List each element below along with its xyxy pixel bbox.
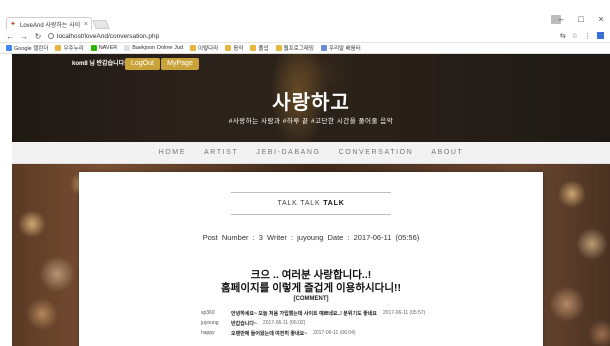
bookmark-item[interactable]: 음악 <box>225 44 243 52</box>
comment-date: 2017-06-11 (06:04) <box>313 330 356 336</box>
bookmark-folder-icon <box>190 45 197 51</box>
nav-artist[interactable]: ARTIST <box>204 149 238 156</box>
bookmark-folder-icon <box>225 45 232 51</box>
comment-header: [COMMENT] <box>293 296 329 302</box>
bookmark-item[interactable]: Google 캘린더 <box>6 44 48 52</box>
logout-button[interactable]: LogOut <box>125 58 160 70</box>
bookmark-folder-icon <box>90 45 97 51</box>
maximize-icon[interactable]: □ <box>576 14 586 24</box>
bookmark-label: 우리말 배움터 <box>328 46 361 52</box>
divider <box>231 214 391 215</box>
bookmark-label: 이렇다라 <box>198 46 219 52</box>
new-tab-button[interactable] <box>92 20 110 29</box>
browser-tab-bar: ✦ LoveAnd 사랑하는 사이 × – □ × <box>0 0 610 30</box>
bookmarks-bar: Google 캘린더 우주누리 NAVER Baekjoon Online Jud 이렇… <box>0 43 610 54</box>
window-controls: – □ × <box>556 14 606 24</box>
bookmark-item[interactable]: NAVER <box>90 45 118 51</box>
bookmark-label: 웹프로그래밍 <box>283 46 314 52</box>
post-meta: Post Number : 3 Writer : juyoung Date : … <box>202 233 420 242</box>
bookmark-label: Baekjoon Online Jud <box>132 45 184 51</box>
address-bar: ← → ↻ localhost/loveAnd/conversation.php… <box>0 30 610 43</box>
comment-date: 2017-06-11 (05:57) <box>382 310 426 316</box>
bookmark-item[interactable]: 우주누리 <box>55 44 84 52</box>
nav-jebi-dabang[interactable]: JEBI-DABANG <box>256 149 320 156</box>
bookmark-folder-icon <box>55 45 62 51</box>
bookmark-label: Google 캘린더 <box>14 46 49 52</box>
bookmark-folder-icon <box>275 45 282 51</box>
comment-text: 오랜만에 들어왔는데 여전히 좋네요~ <box>231 331 308 337</box>
info-icon <box>48 33 54 39</box>
reload-icon[interactable]: ↻ <box>34 32 42 41</box>
address-actions: ⇆ ☆ ⋮ <box>560 32 604 40</box>
bookmark-label: 졸업 <box>258 46 269 52</box>
comment-text: 반갑습니다~ <box>231 321 257 327</box>
minimize-icon[interactable]: – <box>556 14 566 24</box>
bookmark-folder-icon <box>250 45 257 51</box>
post-line: 홈페이지를 이렇게 즐겁게 이용하시다니!! <box>221 282 401 294</box>
section-title-bold: TALK <box>323 200 345 207</box>
bookmark-star-icon[interactable]: ☆ <box>572 32 578 40</box>
bookmark-item[interactable]: 이렇다라 <box>190 44 218 52</box>
menu-icon[interactable]: ⋮ <box>584 32 591 40</box>
login-greeting: kom8 님 반갑습니다! <box>72 61 127 67</box>
url-text: localhost/loveAnd/conversation.php <box>57 32 160 40</box>
site-tagline: #사랑하는 사람과 #하루 끝 #고단한 시간을 풀어줄 음악 <box>228 118 394 125</box>
section-title-prefix: TALK TALK <box>277 200 321 207</box>
site-favicon-icon: ✦ <box>10 20 16 28</box>
divider <box>231 192 391 193</box>
bookmark-label: NAVER <box>98 45 118 51</box>
hero-banner: kom8 님 반갑습니다! LogOut MyPage 사랑하고 #사랑하는 사… <box>12 54 610 142</box>
bookmark-item[interactable]: Baekjoon Online Jud <box>124 45 183 51</box>
section-title: TALK TALK TALK <box>79 200 543 207</box>
url-field[interactable]: localhost/loveAnd/conversation.php <box>48 31 554 41</box>
nav-home[interactable]: HOME <box>159 149 186 156</box>
comment-writer: happy <box>201 330 215 336</box>
bookmark-item[interactable]: 우리말 배움터 <box>320 44 361 52</box>
main-nav: HOME ARTIST JEBI-DABANG CONVERSATION ABO… <box>12 142 610 164</box>
bookmark-folder-icon <box>6 45 12 51</box>
bookmark-item[interactable]: 졸업 <box>250 44 269 52</box>
web-page: kom8 님 반갑습니다! LogOut MyPage 사랑하고 #사랑하는 사… <box>12 54 610 346</box>
comment-writer: juyoung <box>201 320 219 326</box>
bookmark-folder-icon <box>320 45 327 51</box>
bookmark-label: 음악 <box>233 46 244 52</box>
mypage-button[interactable]: MyPage <box>161 58 199 70</box>
site-logo[interactable]: 사랑하고 <box>12 86 610 115</box>
post-panel: TALK TALK TALK Post Number : 3 Writer : … <box>79 172 543 346</box>
nav-about[interactable]: ABOUT <box>431 149 463 156</box>
comment-row: juyoung 반갑습니다~ 2017-06-11 (06:02) <box>201 320 531 327</box>
extension-icon[interactable] <box>597 32 604 39</box>
post-line: 크으 .. 여러분 사랑합니다..! <box>250 269 372 281</box>
nav-conversation[interactable]: CONVERSATION <box>339 149 414 156</box>
post-body: 크으 .. 여러분 사랑합니다..! 홈페이지를 이렇게 즐겁게 이용하시다니!… <box>79 269 543 295</box>
translate-icon[interactable]: ⇆ <box>560 32 566 40</box>
tab-title: LoveAnd 사랑하는 사이 <box>20 22 81 29</box>
back-icon[interactable]: ← <box>6 32 14 41</box>
comment-writer: sp369 <box>201 310 215 316</box>
comment-date: 2017-06-11 (06:02) <box>262 320 306 326</box>
browser-tab[interactable]: ✦ LoveAnd 사랑하는 사이 × <box>6 17 92 30</box>
comment-list: sp369 안녕하세요~ 오늘 처음 가입했는데 사이트 예쁘네요..! 분위기… <box>201 310 531 340</box>
tab-close-icon[interactable]: × <box>84 21 88 28</box>
bookmark-item[interactable]: 웹프로그래밍 <box>275 44 314 52</box>
comment-text: 안녕하세요~ 오늘 처음 가입했는데 사이트 예쁘네요..! 분위기도 좋네요 <box>231 311 377 317</box>
forward-icon[interactable]: → <box>20 32 28 41</box>
comment-row: sp369 안녕하세요~ 오늘 처음 가입했는데 사이트 예쁘네요..! 분위기… <box>201 310 531 317</box>
comment-row: happy 오랜만에 들어왔는데 여전히 좋네요~ 2017-06-11 (06… <box>201 330 531 337</box>
close-window-icon[interactable]: × <box>596 14 606 24</box>
bookmark-folder-icon <box>124 45 131 51</box>
bookmark-label: 우주누리 <box>63 46 84 52</box>
